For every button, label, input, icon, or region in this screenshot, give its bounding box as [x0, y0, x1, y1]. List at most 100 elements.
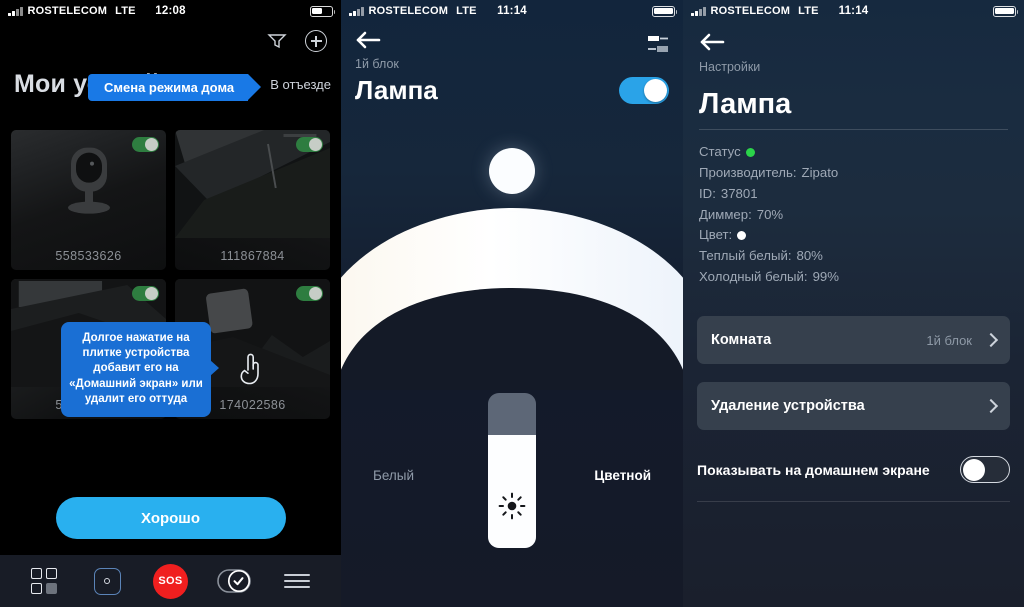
status-bar: ROSTELECOM LTE 11:14 [341, 0, 683, 22]
info-row: ID: 37801 [699, 184, 1008, 205]
battery-icon [993, 5, 1019, 17]
onboarding-tooltip: Долгое нажатие на плитке устройства доба… [61, 322, 219, 417]
lamp-bulb-indicator[interactable] [489, 148, 535, 194]
tile-toggle[interactable] [296, 286, 323, 301]
signal-bars-icon [8, 6, 23, 16]
device-tile[interactable]: 558533626 [11, 130, 166, 270]
sliders-icon[interactable] [647, 34, 669, 54]
info-row: Цвет: [699, 225, 1008, 246]
white-label[interactable]: Белый [373, 468, 414, 483]
ok-button[interactable]: Хорошо [55, 497, 286, 539]
mode-pill[interactable]: Смена режима дома [88, 74, 262, 101]
status-bar-right [310, 5, 336, 17]
ok-button-wrap: Хорошо [0, 497, 341, 539]
carrier-name: ROSTELECOM [27, 5, 108, 17]
hamburger-icon [284, 573, 311, 589]
status-dot-icon [745, 147, 755, 157]
status-bar-right [993, 5, 1019, 17]
signal-bars-icon [349, 6, 364, 16]
device-tile[interactable]: 111867884 [175, 130, 330, 270]
sensor-icon [93, 567, 121, 595]
info-value: 70% [756, 206, 784, 222]
nav-item-sensors[interactable] [83, 561, 131, 601]
info-value: 99% [812, 269, 839, 285]
brightness-sun-icon [497, 491, 527, 526]
info-label: Диммер: [699, 206, 752, 222]
carrier-name: ROSTELECOM [710, 5, 791, 17]
info-label: Теплый белый: [699, 248, 792, 264]
status-bar-right [652, 5, 678, 17]
scenario-check-icon [217, 569, 251, 593]
hand-pointer-icon [238, 352, 264, 391]
info-label: ID: [699, 185, 716, 201]
device-name: 111867884 [220, 249, 285, 263]
lamp-header: 1й блок Лампа [341, 22, 683, 106]
home-screen-switch-row: Показывать на домашнем экране [697, 456, 1010, 484]
delete-device-label: Удаление устройства [711, 398, 865, 415]
network-type: LTE [115, 5, 136, 17]
status-bar: ROSTELECOM LTE 12:08 [0, 0, 341, 22]
tile-toggle[interactable] [132, 286, 159, 301]
info-row: Теплый белый: 80% [699, 246, 1008, 267]
battery-icon [310, 5, 336, 17]
room-card[interactable]: Комната 1й блок [697, 316, 1010, 365]
page-title: Лампа [355, 75, 438, 105]
devices-header: Мои устройства Смена режима дома В отъез… [0, 22, 341, 122]
home-screen-label: Показывать на домашнем экране [697, 461, 930, 478]
away-label[interactable]: В отъезде [270, 77, 331, 92]
device-info-list: Статус Производитель: Zipato ID: 37801 Д… [683, 130, 1024, 288]
plus-icon[interactable] [305, 30, 327, 52]
color-label[interactable]: Цветной [594, 468, 651, 483]
filter-icon[interactable] [267, 31, 287, 51]
panel-lamp-control: ROSTELECOM LTE 11:14 1й блок Лампа Белый… [341, 0, 683, 607]
room-label: Комната [711, 332, 772, 349]
delete-device-card[interactable]: Удаление устройства [697, 382, 1010, 431]
bottom-nav: SOS [0, 555, 341, 607]
info-label: Цвет: [699, 227, 733, 243]
device-name: 558533626 [55, 249, 122, 263]
status-bar: ROSTELECOM LTE 11:14 [683, 0, 1024, 22]
power-toggle[interactable] [619, 77, 669, 104]
chevron-right-icon [983, 398, 999, 414]
sos-icon: SOS [152, 563, 188, 599]
status-bar-left: ROSTELECOM LTE [8, 5, 136, 17]
info-label: Холодный белый: [699, 269, 808, 285]
nav-item-menu[interactable] [273, 561, 321, 601]
page-title: Лампа [699, 88, 792, 120]
status-bar-left: ROSTELECOM LTE [349, 5, 477, 17]
tile-toggle[interactable] [132, 137, 159, 152]
carrier-name: ROSTELECOM [368, 5, 449, 17]
network-type: LTE [456, 5, 477, 17]
info-value: 80% [796, 248, 823, 264]
signal-bars-icon [691, 6, 706, 16]
info-value: Zipato [801, 164, 839, 180]
nav-item-sos[interactable]: SOS [146, 561, 194, 601]
info-row: Диммер: 70% [699, 205, 1008, 226]
back-arrow-icon[interactable] [355, 31, 381, 54]
nav-item-scenarios[interactable] [210, 561, 258, 601]
info-row: Статус [699, 142, 1008, 163]
info-row: Холодный белый: 99% [699, 267, 1008, 288]
panel-lamp-settings: ROSTELECOM LTE 11:14 Настройки Лампа Ста… [683, 0, 1024, 607]
divider [697, 501, 1010, 503]
header-actions [267, 30, 327, 52]
panel-devices: ROSTELECOM LTE 12:08 Мои устройства Смен… [0, 0, 341, 607]
color-swatch-icon [737, 231, 747, 241]
battery-icon [652, 5, 678, 17]
info-label: Статус [699, 144, 741, 159]
room-value: 1й блок [926, 332, 972, 348]
tile-toggle[interactable] [296, 137, 323, 152]
info-label: Производитель: [699, 164, 797, 180]
breadcrumb: 1й блок [355, 57, 399, 71]
back-arrow-icon[interactable] [699, 33, 725, 56]
breadcrumb: Настройки [699, 60, 761, 74]
home-screen-toggle[interactable] [960, 456, 1010, 484]
info-value: 37801 [720, 185, 758, 201]
status-bar-left: ROSTELECOM LTE [691, 5, 819, 17]
info-row: Производитель: Zipato [699, 163, 1008, 184]
chevron-right-icon [983, 332, 999, 348]
network-type: LTE [798, 5, 819, 17]
nav-item-grid[interactable] [20, 561, 68, 601]
brightness-slider[interactable] [488, 393, 536, 548]
three-phone-screenshots: ROSTELECOM LTE 12:08 Мои устройства Смен… [0, 0, 1024, 607]
